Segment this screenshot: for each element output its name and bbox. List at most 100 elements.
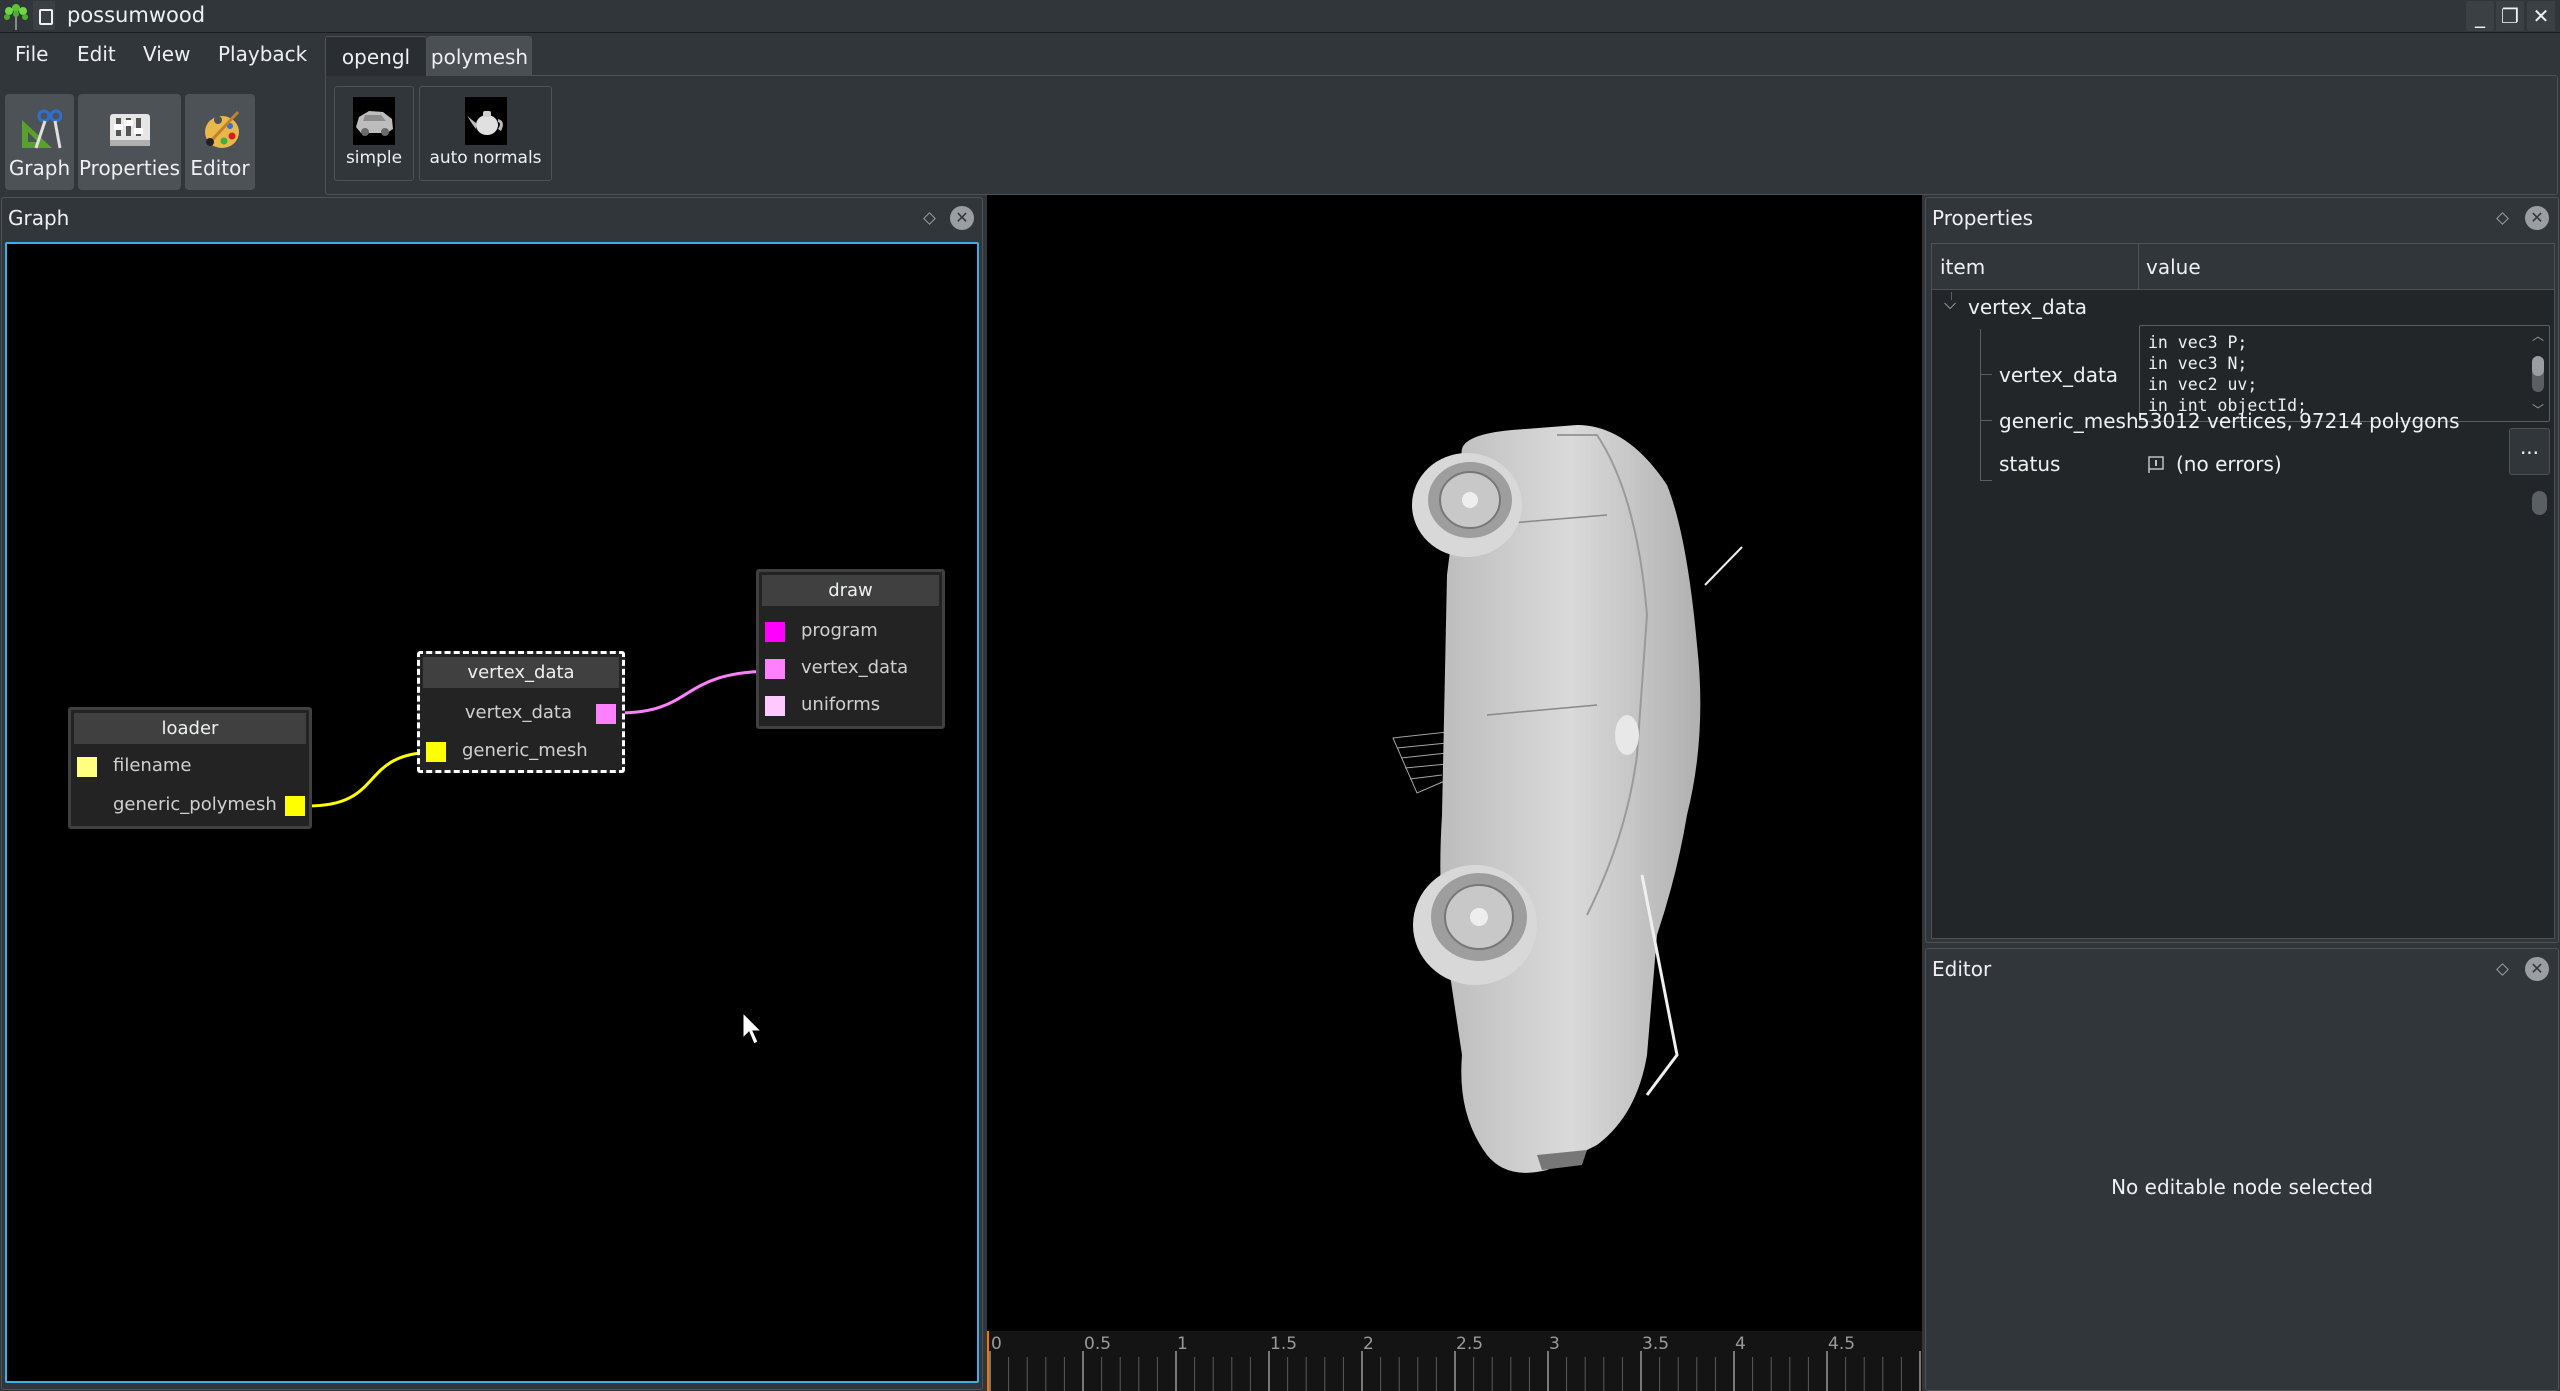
- timeline-tick-label: 2: [1363, 1334, 1374, 1354]
- port-generic-polymesh[interactable]: [285, 796, 305, 816]
- property-label-status: status: [1999, 452, 2061, 476]
- port-vertex-data-in[interactable]: [765, 659, 785, 679]
- tree-node-vertex-data[interactable]: vertex_data: [1968, 295, 2087, 319]
- properties-tree[interactable]: item value ⌵ vertex_data vertex_data in …: [1931, 243, 2555, 939]
- tree-branch-line: [1980, 374, 1992, 375]
- toolbar-editor-button[interactable]: Editor: [185, 94, 255, 190]
- port-program[interactable]: [765, 622, 785, 642]
- car-thumbnail-icon: [353, 97, 395, 145]
- port-vertex-data-out[interactable]: [596, 704, 616, 724]
- vertex-data-code-field[interactable]: in vec3 P; in vec3 N; in vec2 uv; in int ob…: [2139, 325, 2550, 422]
- timeline-tick-label: 4: [1735, 1334, 1746, 1354]
- graph-node-vertex-data[interactable]: vertex_data vertex_data generic_mesh: [417, 651, 625, 773]
- status-indicator-icon: [2532, 491, 2547, 515]
- float-dock-icon[interactable]: [2495, 963, 2509, 977]
- close-dock-icon[interactable]: ✕: [2525, 206, 2549, 230]
- tree-branch-line: [1980, 480, 1992, 481]
- mouse-cursor-icon: [742, 1012, 763, 1045]
- properties-dock-title: Properties: [1932, 206, 2034, 230]
- port-generic-mesh[interactable]: [426, 742, 446, 762]
- car-model-render: [1392, 425, 1743, 1173]
- port-label: uniforms: [801, 694, 881, 715]
- teapot-thumbnail-icon: [464, 97, 507, 145]
- status-value: (no errors): [2176, 452, 2282, 476]
- column-separator[interactable]: [2138, 244, 2139, 290]
- palette-icon: [205, 110, 240, 148]
- graph-node-draw[interactable]: draw program vertex_data uniforms: [756, 569, 945, 729]
- tab-polymesh[interactable]: polymesh: [427, 36, 532, 76]
- port-label: filename: [113, 755, 192, 776]
- tree-branch-line: [1980, 420, 1992, 421]
- menu-file[interactable]: File: [15, 42, 48, 66]
- port-label: generic_polymesh: [113, 794, 277, 815]
- code-line: in vec3 P;: [2148, 333, 2248, 352]
- timeline[interactable]: 0 0.5 1 1.5 2 2.5 3 3.5 4 4.5: [987, 1331, 1922, 1391]
- column-header-item[interactable]: item: [1940, 255, 1985, 279]
- preset-auto-normals-label: auto normals: [429, 148, 542, 168]
- code-scrollbar[interactable]: ︿ ﹀: [2531, 329, 2545, 421]
- graph-dock: Graph ✕ loader filename generic_polymesh…: [1, 197, 983, 1390]
- float-dock-icon[interactable]: [2495, 212, 2509, 226]
- column-header-value[interactable]: value: [2146, 255, 2201, 279]
- toolbar-editor-label: Editor: [190, 156, 250, 180]
- tree-branch-line: [1980, 329, 1981, 481]
- rear-wheel: [1412, 453, 1522, 557]
- graph-canvas[interactable]: loader filename generic_polymesh vertex_…: [5, 242, 979, 1383]
- float-dock-icon[interactable]: [922, 212, 936, 226]
- window-menu-button[interactable]: [33, 1, 55, 30]
- timeline-tick-label: 1.5: [1270, 1334, 1297, 1354]
- timeline-tick-label: 0.5: [1084, 1334, 1111, 1354]
- generic-mesh-more-button[interactable]: ...: [2509, 428, 2550, 475]
- graph-tools-icon: [21, 109, 62, 149]
- window-title: possumwood: [67, 3, 206, 27]
- port-label: program: [801, 620, 878, 641]
- maximize-button[interactable]: ❐: [2496, 1, 2524, 31]
- toolbar-graph-label: Graph: [8, 156, 71, 180]
- graph-dock-title: Graph: [8, 206, 70, 230]
- port-label: vertex_data: [464, 702, 572, 723]
- scroll-down-icon[interactable]: ﹀: [2532, 400, 2544, 421]
- port-uniforms[interactable]: [765, 696, 785, 716]
- timeline-tick-label: 1: [1177, 1334, 1188, 1354]
- timeline-tick-label: 2.5: [1456, 1334, 1483, 1354]
- editor-empty-message: No editable node selected: [2111, 1175, 2373, 1199]
- preset-simple-button[interactable]: simple: [334, 86, 414, 181]
- toolbar-properties-button[interactable]: Properties: [78, 94, 181, 190]
- graph-node-loader[interactable]: loader filename generic_polymesh: [68, 707, 312, 829]
- properties-dock: Properties ✕ item value ⌵ vertex_data ve…: [1925, 197, 2559, 943]
- 3d-viewport[interactable]: [987, 195, 1922, 1331]
- timeline-tick-label: 0: [991, 1334, 1002, 1354]
- collapse-chevron-icon[interactable]: ⌵: [1944, 294, 1956, 314]
- tab-opengl[interactable]: opengl: [325, 36, 427, 76]
- preset-tab-panel: [325, 75, 2558, 195]
- timeline-ruler[interactable]: 0 0.5 1 1.5 2 2.5 3 3.5 4 4.5: [989, 1331, 1924, 1391]
- close-dock-icon[interactable]: ✕: [950, 206, 974, 230]
- node-title: loader: [74, 713, 306, 744]
- scrollbar-thumb[interactable]: [2532, 356, 2544, 392]
- ground-grid: [1392, 731, 1448, 794]
- menu-edit[interactable]: Edit: [77, 42, 116, 66]
- property-label-vertex-data: vertex_data: [1999, 363, 2119, 387]
- close-dock-icon[interactable]: ✕: [2525, 957, 2549, 981]
- preset-auto-normals-button[interactable]: auto normals: [419, 86, 552, 181]
- code-line: in vec2 uv;: [2148, 375, 2258, 394]
- timeline-tick-label: 3: [1549, 1334, 1560, 1354]
- port-filename[interactable]: [77, 757, 97, 777]
- timeline-tick-label: 4.5: [1828, 1334, 1855, 1354]
- app-tree-icon: [4, 4, 28, 30]
- timeline-tick-label: 3.5: [1642, 1334, 1669, 1354]
- minimize-button[interactable]: _: [2466, 1, 2494, 31]
- title-bar: [0, 0, 2560, 33]
- scroll-up-icon[interactable]: ︿: [2532, 326, 2544, 347]
- close-window-button[interactable]: ✕: [2527, 1, 2555, 31]
- node-title: vertex_data: [423, 657, 619, 688]
- front-wheel: [1413, 865, 1537, 985]
- menu-view[interactable]: View: [143, 42, 190, 66]
- port-label: generic_mesh: [462, 740, 588, 761]
- editor-dock-title: Editor: [1932, 957, 1992, 981]
- menu-playback[interactable]: Playback: [218, 42, 307, 66]
- properties-header: item value: [1932, 244, 2554, 290]
- code-line: in vec3 N;: [2148, 354, 2248, 373]
- toolbar-graph-button[interactable]: Graph: [5, 94, 74, 190]
- connection-vertex-data-to-draw: [617, 669, 776, 715]
